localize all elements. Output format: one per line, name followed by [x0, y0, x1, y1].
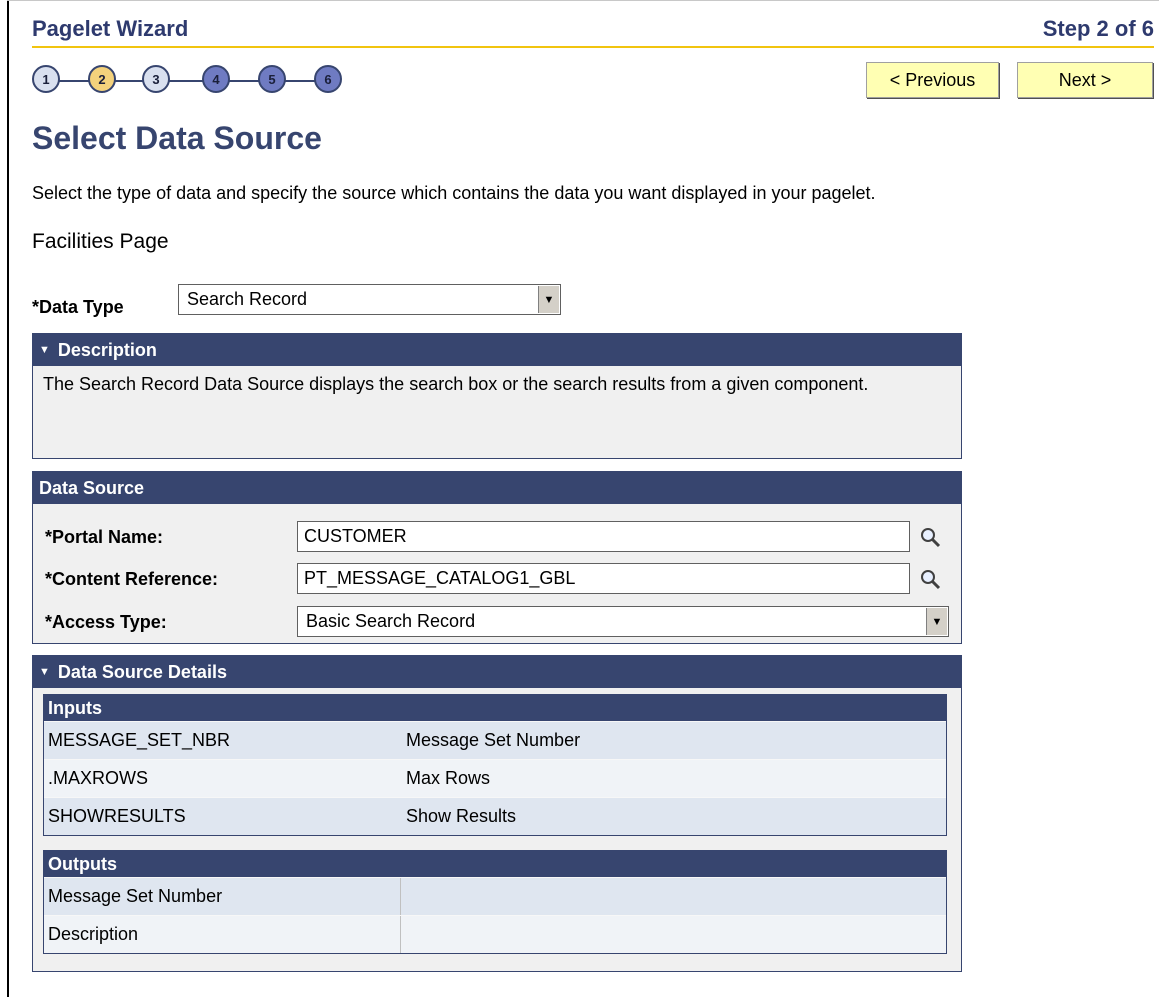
column-divider	[400, 916, 401, 953]
page-subtitle: Facilities Page	[32, 230, 169, 253]
description-text: The Search Record Data Source displays t…	[43, 374, 869, 394]
data-source-header: Data Source	[33, 472, 961, 504]
input-name: .MAXROWS	[48, 768, 149, 788]
data-source-details-panel: ▼ Data Source Details Inputs MESSAGE_SET…	[32, 655, 962, 972]
step-indicator: Step 2 of 6	[1042, 16, 1154, 41]
input-name: MESSAGE_SET_NBR	[48, 730, 231, 750]
step-3-circle[interactable]: 3	[142, 65, 170, 93]
data-type-select[interactable]: Search Record ▼	[178, 284, 561, 315]
page-title: Select Data Source	[32, 120, 322, 156]
access-type-label: *Access Type:	[45, 612, 167, 632]
collapse-triangle-icon[interactable]: ▼	[39, 344, 50, 356]
step-4-circle[interactable]: 4	[202, 65, 230, 93]
input-description: Max Rows	[406, 768, 491, 788]
step-connector	[168, 80, 204, 82]
step-connector	[114, 80, 144, 82]
output-name: Description	[48, 924, 139, 944]
table-row: MESSAGE_SET_NBR Message Set Number	[44, 721, 946, 759]
step-connector	[284, 80, 316, 82]
outputs-grid: Outputs Message Set Number Description	[43, 850, 947, 954]
outputs-header: Outputs	[44, 851, 946, 877]
input-description: Show Results	[406, 806, 517, 826]
access-type-select[interactable]: Basic Search Record ▼	[297, 606, 949, 637]
output-name: Message Set Number	[48, 886, 223, 906]
table-row: Message Set Number	[44, 877, 946, 915]
collapse-triangle-icon[interactable]: ▼	[39, 666, 50, 678]
description-panel: ▼ Description The Search Record Data Sou…	[32, 333, 962, 459]
previous-button[interactable]: < Previous	[866, 62, 999, 98]
data-source-header-label: Data Source	[39, 477, 145, 498]
lookup-icon[interactable]	[918, 567, 942, 591]
wizard-header: Pagelet Wizard Step 2 of 6	[32, 14, 1154, 48]
step-navigator: 1 2 3 4 5 6	[32, 65, 352, 97]
access-type-value: Basic Search Record	[306, 611, 476, 631]
data-source-details-header-label: Data Source Details	[57, 661, 227, 682]
inputs-grid: Inputs MESSAGE_SET_NBR Message Set Numbe…	[43, 694, 947, 836]
content-reference-label: *Content Reference:	[45, 569, 219, 589]
chevron-down-icon[interactable]: ▼	[926, 608, 947, 635]
portal-name-label: *Portal Name:	[45, 527, 164, 547]
content-reference-field[interactable]: PT_MESSAGE_CATALOG1_GBL	[297, 563, 910, 594]
step-2-circle: 2	[88, 65, 116, 93]
description-header-label: Description	[57, 339, 157, 360]
lookup-icon[interactable]	[918, 525, 942, 549]
portal-name-field[interactable]: CUSTOMER	[297, 521, 910, 552]
input-description: Message Set Number	[406, 730, 581, 750]
wizard-title: Pagelet Wizard	[32, 16, 189, 41]
inputs-header: Inputs	[44, 695, 946, 721]
table-row: SHOWRESULTS Show Results	[44, 797, 946, 835]
table-row: Description	[44, 915, 946, 953]
next-button[interactable]: Next >	[1017, 62, 1153, 98]
data-source-details-header[interactable]: ▼ Data Source Details	[33, 656, 961, 688]
input-name: SHOWRESULTS	[48, 806, 186, 826]
column-divider	[400, 878, 401, 915]
step-6-circle[interactable]: 6	[314, 65, 342, 93]
step-connector	[228, 80, 260, 82]
step-1-circle[interactable]: 1	[32, 65, 60, 93]
step-5-circle[interactable]: 5	[258, 65, 286, 93]
data-type-label: *Data Type	[32, 297, 124, 317]
data-source-panel: Data Source *Portal Name: CUSTOMER *Cont…	[32, 471, 962, 644]
step-connector	[58, 80, 90, 82]
instruction-text: Select the type of data and specify the …	[32, 183, 876, 203]
table-row: .MAXROWS Max Rows	[44, 759, 946, 797]
chevron-down-icon[interactable]: ▼	[538, 286, 559, 313]
left-border	[7, 0, 9, 997]
top-border	[7, 0, 1159, 1]
description-header[interactable]: ▼ Description	[33, 334, 961, 366]
data-type-value: Search Record	[187, 289, 308, 309]
